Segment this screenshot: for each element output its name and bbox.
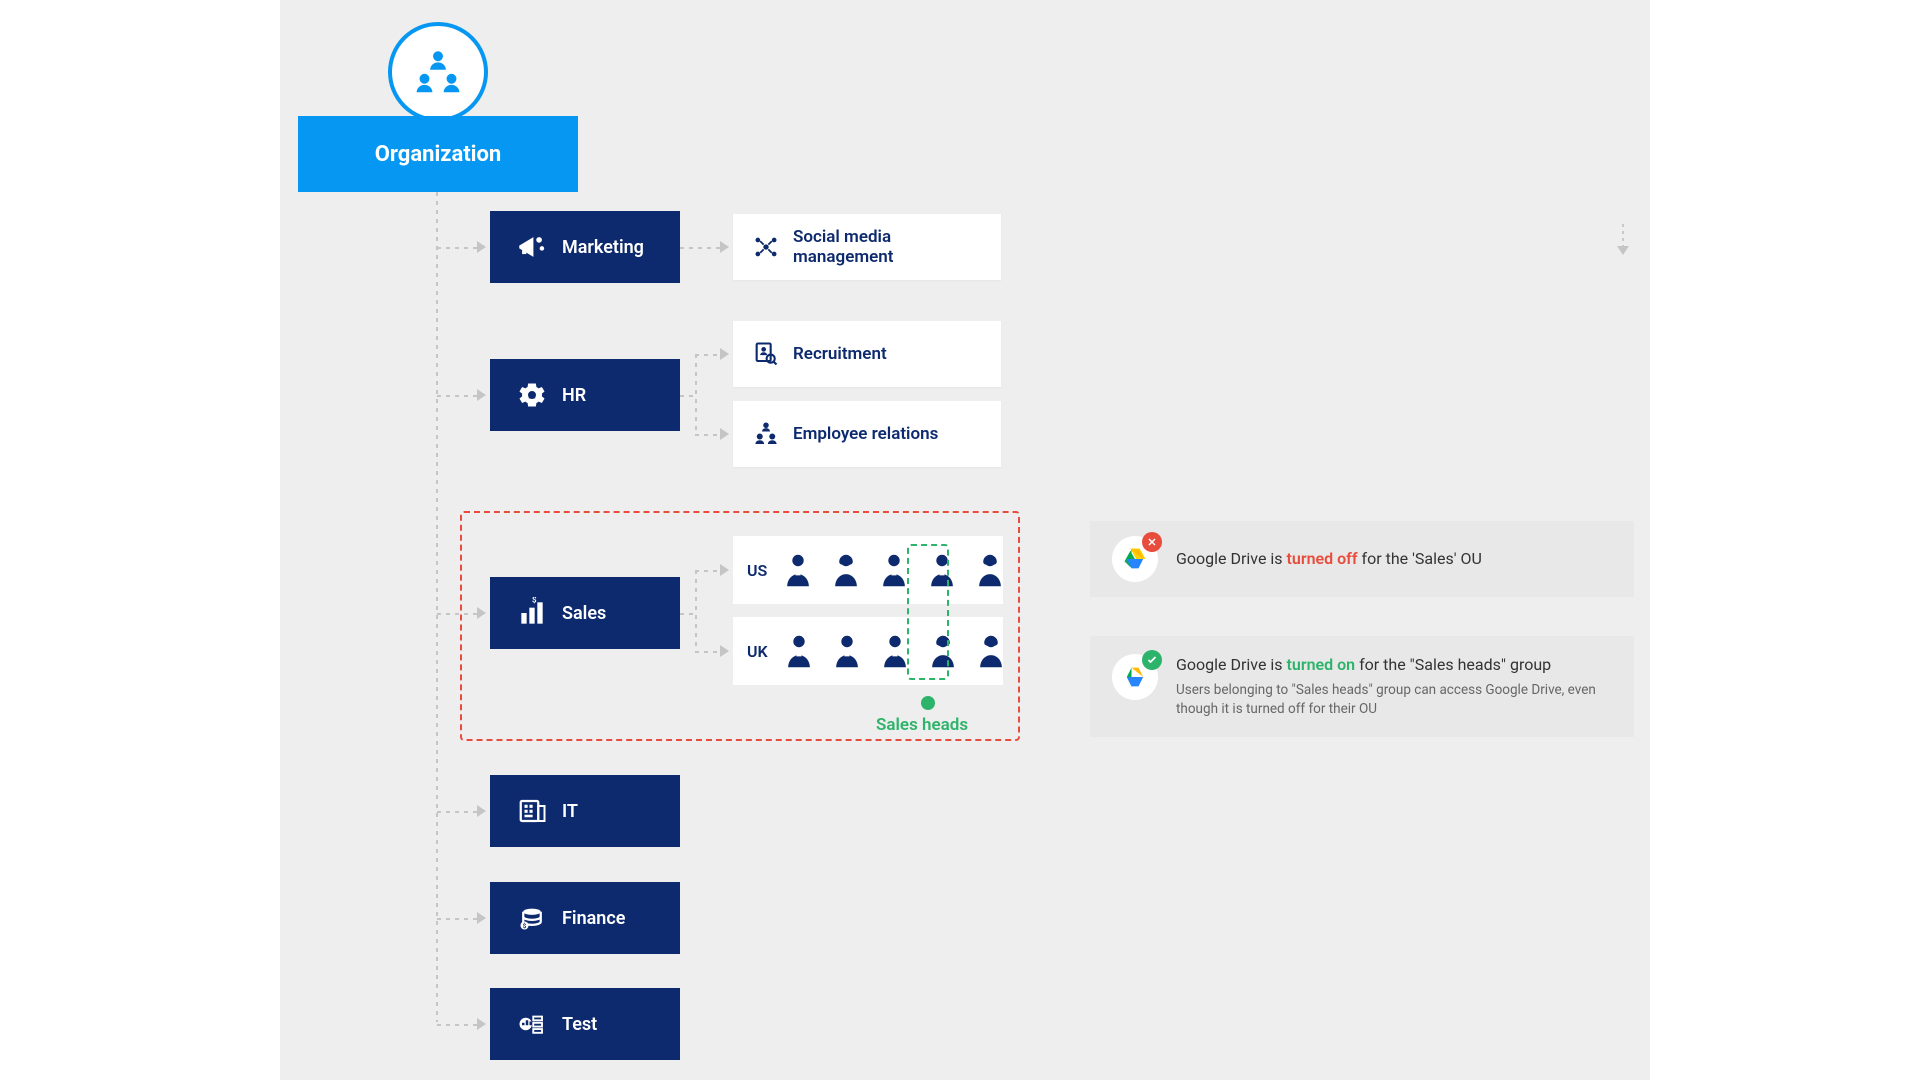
dept-sales: $ Sales: [490, 577, 680, 649]
it-icon: [514, 793, 550, 829]
test-icon: [514, 1006, 550, 1042]
google-drive-icon: [1112, 654, 1158, 700]
connector-arrow: [720, 241, 729, 253]
organization-label: Organization: [375, 142, 502, 167]
sub-recruitment: Recruitment: [733, 321, 1001, 387]
svg-text:$: $: [523, 922, 527, 930]
employee-relations-icon: [749, 417, 783, 451]
connector-line: [680, 613, 695, 615]
person-icon: [782, 632, 816, 670]
google-drive-icon: [1112, 536, 1158, 582]
connector-line: [695, 354, 697, 436]
notice-drive-on-text: Google Drive is turned on for the "Sales…: [1176, 654, 1612, 719]
notice-drive-on: Google Drive is turned on for the "Sales…: [1090, 636, 1634, 737]
connector-arrow: [720, 645, 729, 657]
region-uk-label: UK: [747, 642, 768, 661]
dept-marketing: Marketing: [490, 211, 680, 283]
dept-hr: HR: [490, 359, 680, 431]
connector-arrow: [477, 241, 486, 253]
organization-node: Organization: [298, 116, 578, 192]
finance-icon: $: [514, 900, 550, 936]
sales-region-uk: UK: [733, 617, 1003, 685]
sub-employee-relations: Employee relations: [733, 401, 1001, 467]
dept-it-label: IT: [562, 801, 578, 822]
connector-line: [437, 1024, 477, 1026]
connector-line: [437, 918, 477, 920]
connector-arrow: [477, 607, 486, 619]
status-on-text: turned on: [1287, 655, 1356, 674]
sales-heads-label: Sales heads: [876, 715, 968, 735]
connector-arrow: [477, 389, 486, 401]
connector-line: [436, 192, 438, 1022]
dept-test-label: Test: [562, 1014, 597, 1035]
svg-text:$: $: [532, 597, 537, 604]
person-icon: [973, 551, 1007, 589]
connector-arrow: [720, 428, 729, 440]
sub-employee-relations-label: Employee relations: [793, 424, 938, 444]
person-icon: [974, 632, 1008, 670]
connector-line: [437, 613, 477, 615]
organization-icon: [388, 22, 488, 122]
sales-heads-highlight: [907, 544, 949, 680]
status-off-text: turned off: [1287, 549, 1358, 568]
sales-region-us: US: [733, 536, 1003, 604]
connector-line: [695, 570, 720, 572]
connector-arrow: [477, 1018, 486, 1030]
connector-arrow: [477, 805, 486, 817]
social-media-icon: [749, 230, 783, 264]
recruitment-icon: [749, 337, 783, 371]
sales-icon: $: [514, 595, 550, 631]
connector-line: [680, 247, 720, 249]
dept-marketing-label: Marketing: [562, 237, 644, 258]
region-us-label: US: [747, 561, 767, 580]
dept-hr-label: HR: [562, 385, 586, 406]
hr-icon: [514, 377, 550, 413]
notice-drive-off: Google Drive is turned off for the 'Sale…: [1090, 521, 1634, 597]
sales-heads-dot: [921, 696, 935, 710]
connector-line: [437, 395, 477, 397]
connector-line: [695, 434, 720, 436]
person-icon: [781, 551, 815, 589]
dept-finance-label: Finance: [562, 908, 625, 929]
dept-test: Test: [490, 988, 680, 1060]
dept-finance: $ Finance: [490, 882, 680, 954]
sub-social-media: Social media management: [733, 214, 1001, 280]
connector-line: [680, 395, 695, 397]
dept-sales-label: Sales: [562, 603, 606, 624]
scroll-hint-icon: [1618, 224, 1628, 254]
status-on-badge-icon: [1142, 650, 1162, 670]
diagram-canvas: Organization Marketing Social media mana…: [280, 0, 1650, 1080]
connector-line: [695, 651, 720, 653]
person-icon: [829, 551, 863, 589]
notice-drive-on-detail: Users belonging to "Sales heads" group c…: [1176, 681, 1612, 719]
connector-arrow: [720, 564, 729, 576]
sub-recruitment-label: Recruitment: [793, 344, 887, 364]
connector-line: [695, 354, 720, 356]
dept-it: IT: [490, 775, 680, 847]
notice-drive-off-text: Google Drive is turned off for the 'Sale…: [1176, 548, 1482, 570]
marketing-icon: [514, 229, 550, 265]
connector-line: [437, 247, 477, 249]
connector-line: [695, 570, 697, 652]
connector-arrow: [720, 348, 729, 360]
connector-arrow: [477, 912, 486, 924]
status-off-badge-icon: [1142, 532, 1162, 552]
person-icon: [830, 632, 864, 670]
sub-social-media-label: Social media management: [793, 227, 985, 267]
connector-line: [437, 811, 477, 813]
